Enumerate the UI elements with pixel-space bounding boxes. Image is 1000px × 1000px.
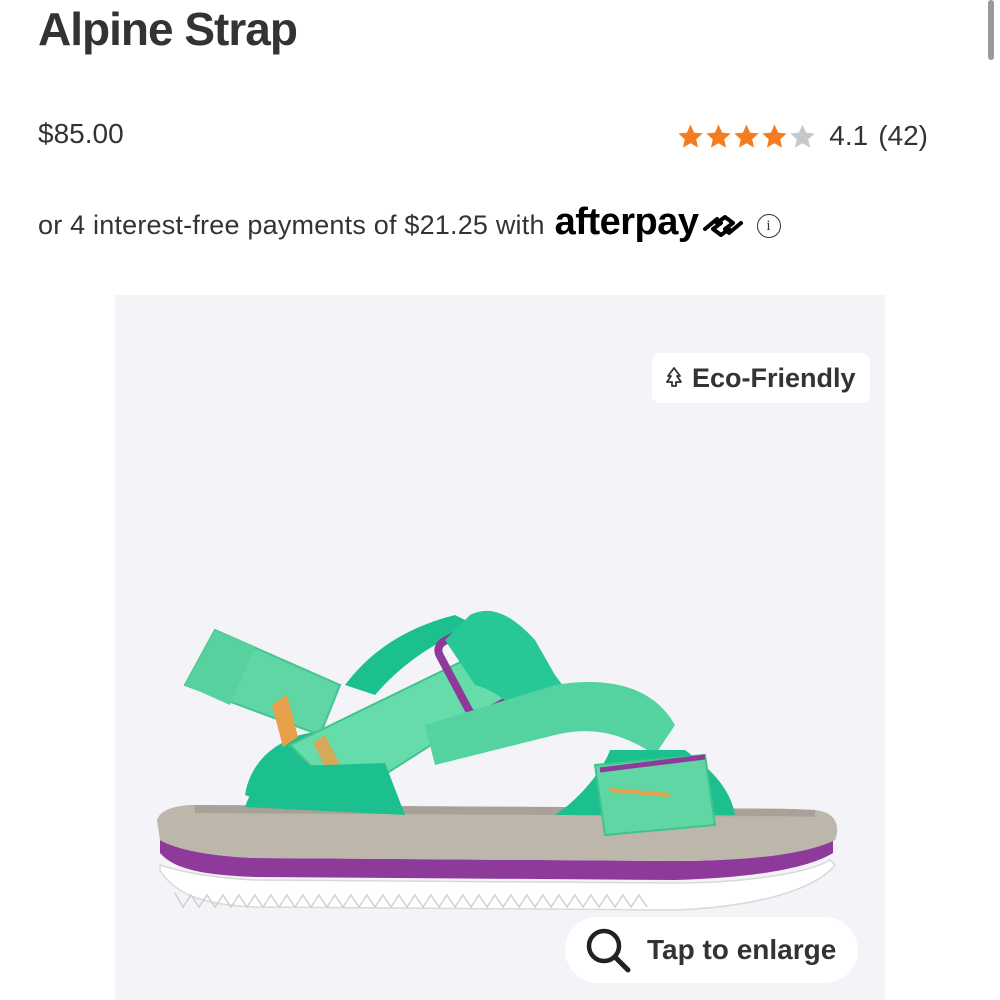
product-title: Alpine Strap <box>38 3 298 55</box>
rating-count: (42) <box>878 120 928 151</box>
rating-value: 4.1 <box>829 120 869 151</box>
tap-to-enlarge-label: Tap to enlarge <box>647 934 837 965</box>
star-icon <box>762 124 787 148</box>
info-icon[interactable]: i <box>756 213 781 238</box>
tap-to-enlarge-button[interactable]: Tap to enlarge <box>565 917 859 983</box>
product-image[interactable]: Eco-Friendly Tap to enlarge <box>115 295 885 1000</box>
rating-stars <box>677 123 817 150</box>
star-icon <box>734 124 759 148</box>
afterpay-logo: afterpay <box>554 201 699 243</box>
scrollbar[interactable] <box>988 0 994 60</box>
afterpay-message: or 4 interest-free payments of $21.25 wi… <box>38 201 781 247</box>
search-icon <box>586 928 631 973</box>
afterpay-arrows-icon <box>702 214 743 237</box>
eco-friendly-label: Eco-Friendly <box>692 362 856 393</box>
star-icon <box>706 124 731 148</box>
eco-friendly-badge: Eco-Friendly <box>652 353 870 403</box>
product-rating[interactable]: 4.1 (42) <box>677 120 928 152</box>
star-icon <box>678 124 703 148</box>
star-empty-icon <box>790 124 815 148</box>
afterpay-text: or 4 interest-free payments of $21.25 wi… <box>38 210 545 240</box>
tree-icon <box>666 367 682 387</box>
product-price: $85.00 <box>38 118 124 149</box>
